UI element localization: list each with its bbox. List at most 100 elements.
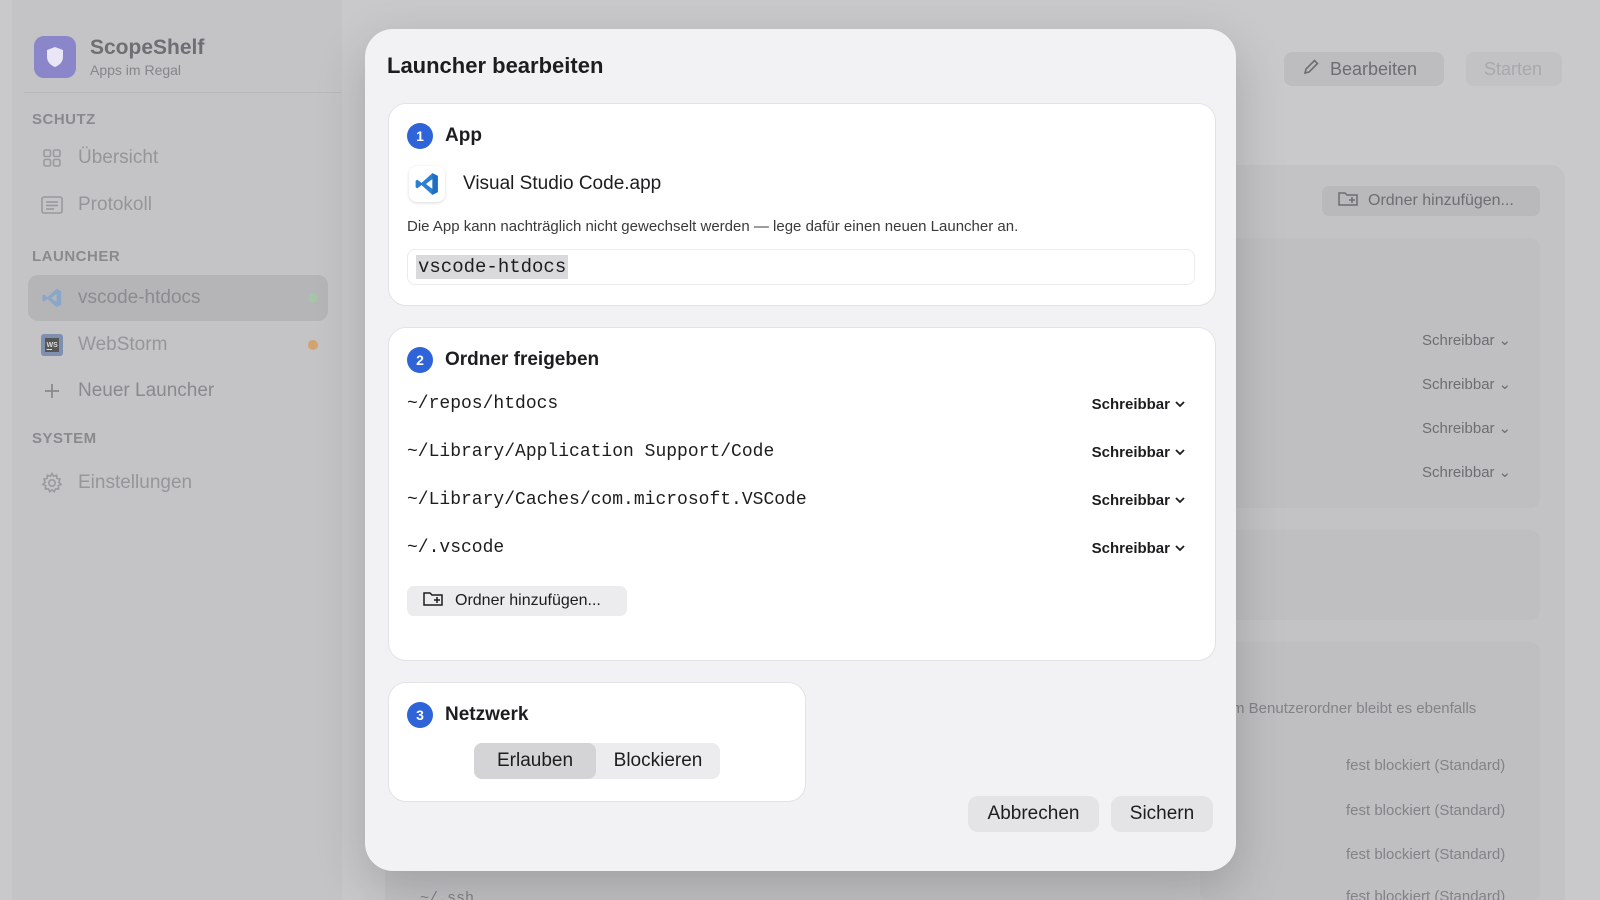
app-name: Visual Studio Code.app xyxy=(463,173,662,194)
step-badge: 1 xyxy=(407,123,433,149)
sidebar-item-neuer-launcher[interactable]: Neuer Launcher xyxy=(28,368,328,414)
partial-path: ~/.ssh xyxy=(420,890,475,900)
network-option-blockieren[interactable]: Blockieren xyxy=(596,743,720,779)
pencil-icon xyxy=(1302,58,1320,81)
sidebar-item-label: Einstellungen xyxy=(78,472,193,493)
chevron-down-icon xyxy=(1175,544,1185,551)
dialog-title: Launcher bearbeiten xyxy=(387,53,604,78)
mode-label: Schreibbar xyxy=(1091,539,1170,557)
blocked-label: fest blockiert (Standard) xyxy=(1346,888,1506,900)
launcher-name-value: vscode-htdocs xyxy=(416,255,569,279)
edit-launcher-dialog: Launcher bearbeiten 1 App Visual Studio … xyxy=(365,29,1236,871)
folders-card: 2 Ordner freigeben ~/repos/htdocs Schrei… xyxy=(388,327,1216,661)
app-name: ScopeShelf xyxy=(90,36,205,59)
mode-label: Schreibbar xyxy=(1091,395,1170,413)
chevron-down-icon xyxy=(1175,496,1185,503)
step-badge: 3 xyxy=(407,702,433,728)
app-card-header: 1 App xyxy=(407,123,482,149)
folder-path: ~/repos/htdocs xyxy=(407,394,559,414)
chevron-down-icon: ⌄ xyxy=(1498,332,1512,349)
card-bg xyxy=(1200,530,1540,620)
network-option-erlauben[interactable]: Erlauben xyxy=(474,743,596,779)
mode-label: Schreibbar xyxy=(1422,463,1495,481)
add-folder-label: Ordner hinzufügen... xyxy=(455,592,601,609)
mode-select[interactable]: Schreibbar ⌄ xyxy=(1422,463,1512,482)
sidebar-item-label: vscode-htdocs xyxy=(78,287,201,308)
folder-mode-select[interactable]: Schreibbar xyxy=(1092,396,1195,413)
mode-label: Schreibbar xyxy=(1422,375,1495,393)
sidebar-item-label: Übersicht xyxy=(78,147,159,168)
section-system: SYSTEM xyxy=(32,430,97,447)
card-title: Netzwerk xyxy=(445,704,529,725)
add-folder-label: Ordner hinzufügen... xyxy=(1368,192,1514,209)
folder-row: ~/Library/Application Support/Code Schre… xyxy=(407,437,1195,467)
card-title: App xyxy=(445,125,482,146)
folder-mode-select[interactable]: Schreibbar xyxy=(1092,540,1195,557)
chevron-down-icon: ⌄ xyxy=(1498,376,1512,393)
folder-plus-icon xyxy=(423,590,443,612)
grid-icon xyxy=(40,146,64,170)
app-row: Visual Studio Code.app xyxy=(409,166,661,202)
network-segmented-control: Erlauben Blockieren xyxy=(474,743,720,779)
mode-select[interactable]: Schreibbar ⌄ xyxy=(1422,331,1512,350)
status-dot xyxy=(308,293,318,303)
gear-icon xyxy=(40,471,64,495)
folder-row: ~/Library/Caches/com.microsoft.VSCode Sc… xyxy=(407,485,1195,515)
mode-select[interactable]: Schreibbar ⌄ xyxy=(1422,375,1512,394)
note-fragment: m Benutzerordner bleibt es ebenfalls xyxy=(1232,700,1477,717)
vscode-icon xyxy=(409,166,445,202)
save-button[interactable]: Sichern xyxy=(1111,796,1213,832)
add-folder-button[interactable]: Ordner hinzufügen... xyxy=(407,586,627,616)
start-label: Starten xyxy=(1484,58,1543,79)
launcher-name-input[interactable]: vscode-htdocs xyxy=(407,249,1195,285)
chevron-down-icon: ⌄ xyxy=(1498,420,1512,437)
blocked-label: fest blockiert (Standard) xyxy=(1346,802,1506,819)
folders-card-header: 2 Ordner freigeben xyxy=(407,347,599,373)
chevron-down-icon xyxy=(1175,448,1185,455)
folder-path: ~/.vscode xyxy=(407,538,505,558)
vscode-icon xyxy=(40,286,64,310)
chevron-down-icon xyxy=(1175,400,1185,407)
sidebar-item-uebersicht[interactable]: Übersicht xyxy=(28,135,328,181)
sidebar-item-label: Neuer Launcher xyxy=(78,380,215,401)
folder-plus-icon xyxy=(1338,190,1358,212)
folder-row: ~/repos/htdocs Schreibbar xyxy=(407,389,1195,419)
sidebar-item-vscode-htdocs[interactable]: vscode-htdocs xyxy=(28,275,328,321)
app-note: Die App kann nachträglich nicht gewechse… xyxy=(407,218,1019,235)
edit-button[interactable]: Bearbeiten xyxy=(1284,52,1444,86)
sidebar-item-label: Protokoll xyxy=(78,194,152,215)
plus-icon xyxy=(40,379,64,403)
bg-add-folder-button[interactable]: Ordner hinzufügen... xyxy=(1322,186,1540,216)
log-icon xyxy=(40,193,64,217)
section-schutz: SCHUTZ xyxy=(32,111,96,128)
folder-mode-select[interactable]: Schreibbar xyxy=(1092,444,1195,461)
section-launcher: LAUNCHER xyxy=(32,248,121,265)
mode-label: Schreibbar xyxy=(1091,491,1170,509)
cancel-button[interactable]: Abbrechen xyxy=(968,796,1099,832)
divider xyxy=(24,92,342,93)
mode-label: Schreibbar xyxy=(1422,419,1495,437)
mode-label: Schreibbar xyxy=(1091,443,1170,461)
folder-mode-select[interactable]: Schreibbar xyxy=(1092,492,1195,509)
shield-icon xyxy=(34,36,76,78)
status-dot xyxy=(308,340,318,350)
app-subtitle: Apps im Regal xyxy=(90,62,182,78)
sidebar: ScopeShelf Apps im Regal SCHUTZ Übersich… xyxy=(12,0,342,900)
blocked-label: fest blockiert (Standard) xyxy=(1346,846,1506,863)
sidebar-item-einstellungen[interactable]: Einstellungen xyxy=(28,460,328,506)
svg-text:WS: WS xyxy=(47,342,59,349)
edit-label: Bearbeiten xyxy=(1330,58,1418,79)
mode-label: Schreibbar xyxy=(1422,331,1495,349)
sidebar-item-label: WebStorm xyxy=(78,334,168,355)
start-button[interactable]: Starten xyxy=(1466,52,1562,86)
network-card: 3 Netzwerk Erlauben Blockieren xyxy=(388,682,806,802)
network-card-header: 3 Netzwerk xyxy=(407,702,528,728)
mode-select[interactable]: Schreibbar ⌄ xyxy=(1422,419,1512,438)
folder-row: ~/.vscode Schreibbar xyxy=(407,533,1195,563)
sidebar-item-protokoll[interactable]: Protokoll xyxy=(28,182,328,228)
sidebar-item-webstorm[interactable]: WS WebStorm xyxy=(28,322,328,368)
brand: ScopeShelf Apps im Regal xyxy=(34,36,204,78)
card-title: Ordner freigeben xyxy=(445,349,600,370)
chevron-down-icon: ⌄ xyxy=(1498,464,1512,481)
blocked-label: fest blockiert (Standard) xyxy=(1346,757,1506,774)
